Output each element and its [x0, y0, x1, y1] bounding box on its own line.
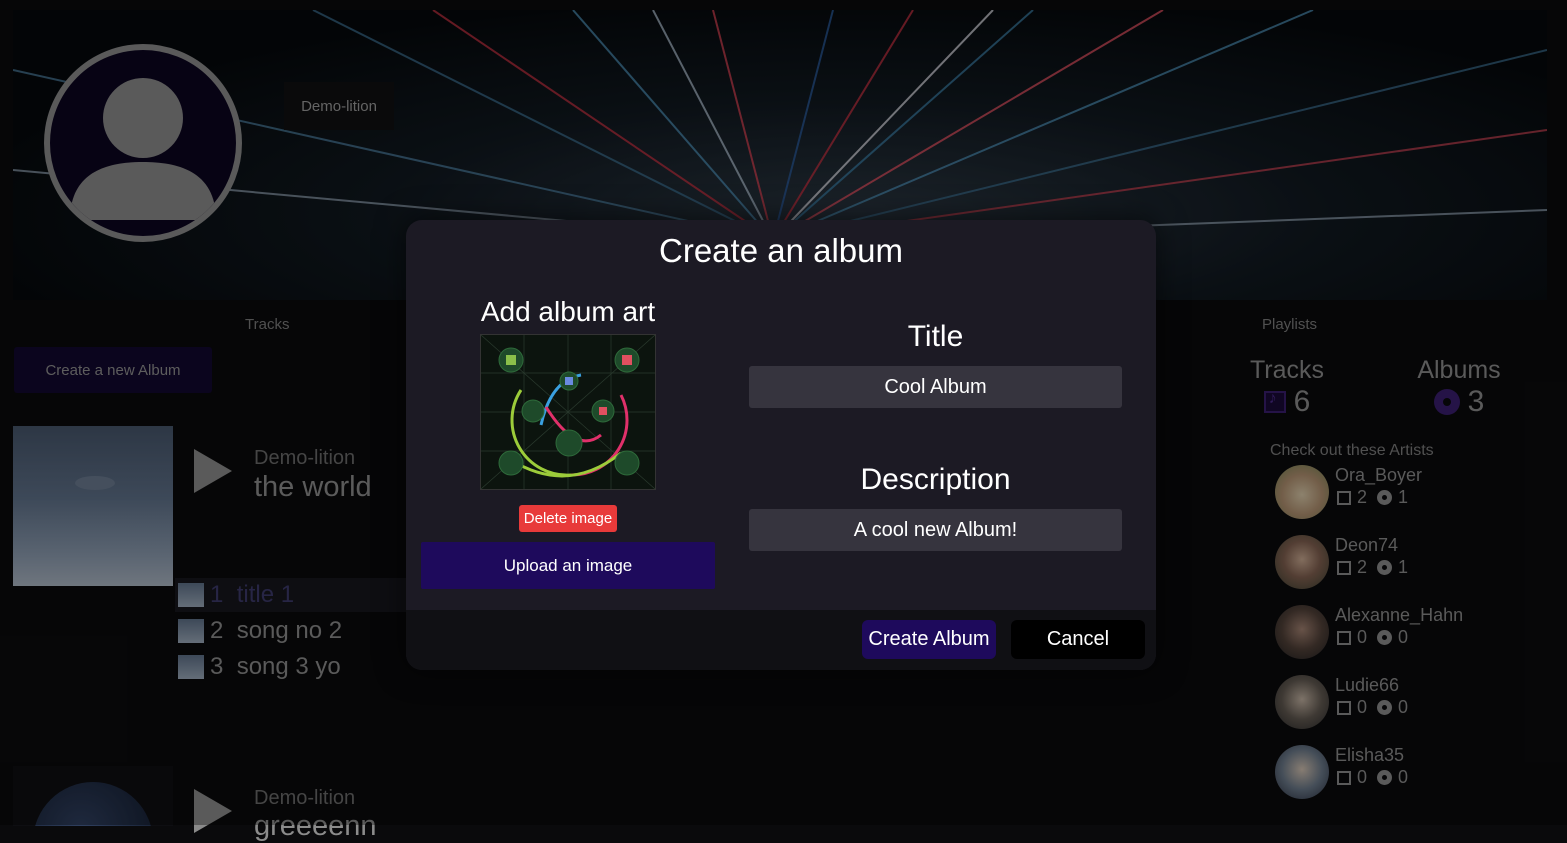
album-art-preview	[480, 334, 656, 490]
modal-footer: Create Album Cancel	[406, 610, 1156, 670]
album-art-label: Add album art	[480, 296, 656, 327]
modal-title: Create an album	[659, 232, 903, 269]
create-album-modal: Create an album Add album art Delete ima…	[406, 220, 1156, 670]
title-input[interactable]	[749, 366, 1122, 408]
create-album-button[interactable]: Create Album	[862, 620, 996, 659]
delete-image-button[interactable]: Delete image	[519, 505, 617, 532]
album-art-image	[480, 334, 656, 490]
upload-image-button[interactable]: Upload an image	[421, 542, 715, 589]
description-label: Description	[860, 463, 1011, 496]
cancel-button[interactable]: Cancel	[1011, 620, 1145, 659]
description-input[interactable]	[749, 509, 1122, 551]
title-label: Title	[907, 320, 964, 353]
